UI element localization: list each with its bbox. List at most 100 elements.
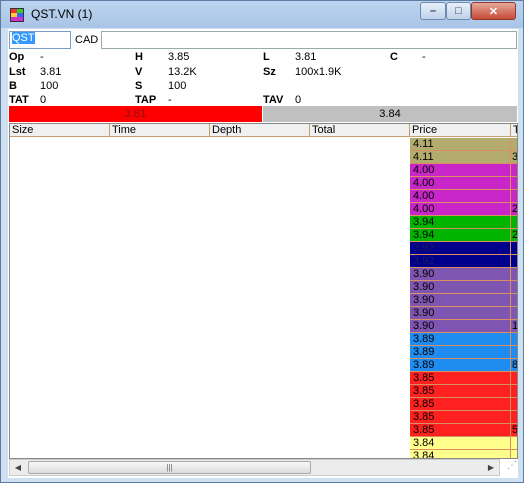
column-header-depth[interactable]: Depth	[210, 124, 310, 137]
price-cell: 3.89	[411, 359, 511, 372]
high-label: H	[135, 51, 143, 63]
price-cell: 4.00	[411, 203, 511, 216]
sell-size-value: 100	[168, 80, 187, 92]
column-header-total[interactable]: Total	[310, 124, 410, 137]
tap-value: -	[168, 94, 172, 106]
scroll-left-icon[interactable]: ◀	[10, 460, 26, 475]
window-client: QST CAD Op - H 3.85 L 3.81 C - Lst 3.81 …	[8, 29, 518, 478]
table-row[interactable]: 3.94	[410, 216, 517, 229]
volume-value: 13.2K	[168, 66, 197, 78]
table-row[interactable]: 3.90	[410, 307, 517, 320]
tat-label: TAT	[9, 94, 29, 106]
resize-grip-icon[interactable]: ⋰	[501, 460, 517, 476]
price-cell: 3.90	[411, 294, 511, 307]
tav-value: 0	[295, 94, 302, 106]
price-cell: 3.85	[411, 411, 511, 424]
price-cell: 4.11	[411, 151, 511, 164]
table-row[interactable]: 4.00 2	[410, 203, 518, 216]
scroll-right-icon[interactable]: ▶	[483, 460, 499, 475]
price-cell: 3.90	[411, 307, 511, 320]
scroll-thumb[interactable]: |||	[28, 461, 311, 474]
title-bar[interactable]: QST.VN (1) – □ ✕	[1, 1, 523, 28]
table-row[interactable]: 3.89 8	[410, 359, 518, 372]
tap-label: TAP	[135, 94, 157, 106]
t-cell: 2	[512, 229, 518, 241]
table-row[interactable]: 3.90 1	[410, 320, 518, 333]
table-row[interactable]: 3.92	[410, 242, 517, 255]
table-row[interactable]: 3.92	[410, 255, 517, 268]
last-label: Lst	[9, 66, 26, 78]
table-row[interactable]: 3.85 5	[410, 424, 518, 437]
table-row[interactable]: 3.84	[410, 437, 517, 450]
volume-label: V	[135, 66, 143, 78]
table-row[interactable]: 4.00	[410, 190, 517, 203]
window-title: QST.VN (1)	[31, 7, 93, 21]
low-label: L	[263, 51, 270, 63]
price-cell: 3.94	[411, 216, 511, 229]
table-row[interactable]: 3.90	[410, 281, 517, 294]
table-row[interactable]: 3.85	[410, 398, 517, 411]
price-cell: 3.84	[411, 450, 511, 458]
price-cell: 3.84	[411, 437, 511, 450]
t-cell: 8	[512, 359, 518, 371]
high-value: 3.85	[168, 51, 190, 63]
tav-label: TAV	[263, 94, 284, 106]
price-cell: 3.89	[411, 333, 511, 346]
price-cell: 4.11	[411, 138, 511, 151]
price-cell: 3.94	[411, 229, 511, 242]
price-cell: 4.00	[411, 164, 511, 177]
table-row[interactable]: 3.85	[410, 385, 517, 398]
price-cell: 3.90	[411, 268, 511, 281]
best-bid-bar: 3.81	[9, 106, 262, 122]
symbol-text: QST	[12, 32, 35, 44]
table-row[interactable]: 3.85	[410, 372, 517, 385]
column-header-time[interactable]: Time	[110, 124, 210, 137]
open-value: -	[40, 51, 44, 63]
table-row[interactable]: 3.90	[410, 268, 517, 281]
price-cell: 3.90	[411, 320, 511, 333]
horizontal-scrollbar[interactable]: ◀ ||| ▶	[9, 459, 500, 476]
low-value: 3.81	[295, 51, 317, 63]
table-row[interactable]: 4.00	[410, 164, 517, 177]
bid-size-value: 100	[40, 80, 59, 92]
close-label: C	[390, 51, 398, 63]
size-label: Sz	[263, 66, 276, 78]
security-name-field[interactable]	[101, 31, 517, 49]
price-cell: 3.85	[411, 385, 511, 398]
table-row[interactable]: 3.84	[410, 450, 517, 458]
minimize-button[interactable]: –	[420, 2, 446, 20]
price-cell: 4.00	[411, 190, 511, 203]
currency-label: CAD	[75, 34, 99, 46]
best-ask-bar: 3.84	[263, 106, 517, 122]
symbol-input[interactable]: QST	[9, 31, 71, 49]
table-row[interactable]: 3.89	[410, 333, 517, 346]
table-row[interactable]: 4.11	[410, 138, 517, 151]
table-row[interactable]: 3.85	[410, 411, 517, 424]
t-cell: 1	[512, 320, 518, 332]
price-cell: 3.90	[411, 281, 511, 294]
table-row[interactable]: 3.94 2	[410, 229, 518, 242]
column-header-price[interactable]: Price	[410, 124, 511, 137]
column-header-t[interactable]: T	[511, 124, 517, 137]
market-depth-table[interactable]: Size Time Depth Total Price T 4.114.1134…	[9, 123, 518, 459]
price-cell: 4.00	[411, 177, 511, 190]
bid-label: B	[9, 80, 17, 92]
size-value: 100x1.9K	[295, 66, 342, 78]
price-cell: 3.85	[411, 372, 511, 385]
t-cell: 2	[512, 203, 518, 215]
price-cell: 3.85	[411, 398, 511, 411]
table-row[interactable]: 4.00	[410, 177, 517, 190]
sell-label: S	[135, 80, 143, 92]
t-cell: 5	[512, 424, 518, 436]
column-header-size[interactable]: Size	[10, 124, 110, 137]
table-row[interactable]: 4.11 3	[410, 151, 518, 164]
close-button[interactable]: ✕	[471, 2, 516, 20]
t-cell: 3	[512, 151, 518, 163]
maximize-button[interactable]: □	[446, 2, 471, 20]
tat-value: 0	[40, 94, 47, 106]
close-value: -	[422, 51, 426, 63]
price-cell: 3.92	[411, 242, 511, 255]
table-row[interactable]: 3.89	[410, 346, 517, 359]
price-cell: 3.89	[411, 346, 511, 359]
table-row[interactable]: 3.90	[410, 294, 517, 307]
